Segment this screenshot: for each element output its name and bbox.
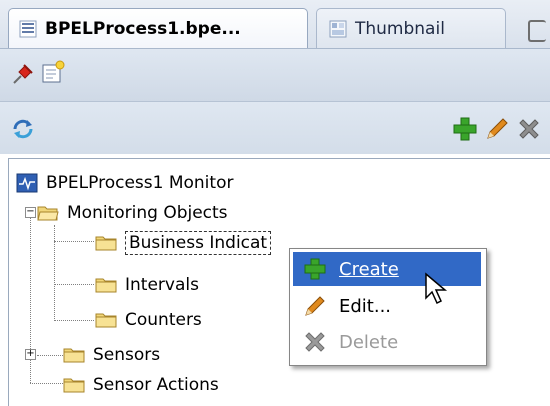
tree-item-label: Monitoring Objects (67, 203, 228, 223)
process-diagram-icon (19, 20, 37, 37)
tree-item-label: Sensors (93, 345, 161, 365)
tree-item-label: Intervals (125, 275, 199, 295)
expand-toggle[interactable]: + (25, 349, 36, 360)
thumbnail-icon (329, 20, 347, 37)
editor-tab-strip: BPELProcess1.bpe... Thumbnail (0, 0, 550, 49)
refresh-icon[interactable] (10, 116, 36, 142)
toolbar-monitor (0, 102, 550, 154)
open-folder-icon (37, 206, 59, 220)
tree-item-label: BPELProcess1 Monitor (46, 173, 234, 193)
menu-item-delete[interactable]: Delete (293, 325, 481, 359)
tree-connector (54, 284, 94, 285)
pin-icon[interactable] (10, 61, 36, 87)
folder-icon (95, 313, 117, 327)
menu-item-edit[interactable]: Edit... (293, 289, 481, 323)
edit-pencil-icon[interactable] (484, 116, 510, 142)
add-icon[interactable] (452, 116, 478, 142)
edit-document-icon[interactable] (40, 59, 66, 85)
mouse-cursor-icon (425, 272, 448, 305)
menu-item-label: Delete (339, 331, 399, 353)
tree-item-sensor-actions[interactable]: Sensor Actions (63, 371, 219, 399)
delete-x-icon (305, 332, 325, 352)
tab-label: Thumbnail (355, 18, 445, 39)
context-menu: Create Edit... Delete (289, 248, 487, 366)
toolbar-top (0, 49, 550, 102)
tree-connector (54, 225, 55, 321)
tree-item-monitoring-objects[interactable]: Monitoring Objects (37, 199, 228, 227)
tree-connector (30, 383, 63, 384)
restore-window-icon[interactable] (528, 20, 546, 42)
tree-item-label: Business Indicat (125, 231, 272, 255)
tree-item-sensors[interactable]: Sensors (63, 341, 160, 369)
tree-item-counters[interactable]: Counters (95, 306, 202, 334)
tab-bpel-process[interactable]: BPELProcess1.bpe... (8, 8, 308, 48)
menu-item-label: Create (339, 258, 399, 280)
folder-icon (95, 278, 117, 292)
monitor-icon (16, 173, 38, 193)
folder-icon (63, 348, 85, 362)
tree-item-label: Sensor Actions (93, 375, 219, 395)
folder-icon (95, 236, 117, 250)
menu-item-create[interactable]: Create (293, 252, 481, 286)
menu-item-label: Edit... (339, 295, 392, 317)
tree-connector (54, 241, 94, 242)
tab-thumbnail[interactable]: Thumbnail (316, 8, 506, 48)
tree-item-label: Counters (125, 310, 202, 330)
collapse-toggle[interactable]: − (25, 207, 36, 218)
delete-x-icon[interactable] (516, 116, 542, 142)
tab-label: BPELProcess1.bpe... (45, 18, 241, 39)
tree-item-business-indicators[interactable]: Business Indicat (95, 229, 272, 257)
tree-item-intervals[interactable]: Intervals (95, 271, 199, 299)
add-icon (304, 258, 326, 280)
edit-pencil-icon (305, 296, 325, 316)
folder-icon (63, 378, 85, 392)
tree-connector (37, 355, 63, 356)
tree-connector (54, 320, 94, 321)
tree-item-root[interactable]: BPELProcess1 Monitor (16, 169, 233, 197)
